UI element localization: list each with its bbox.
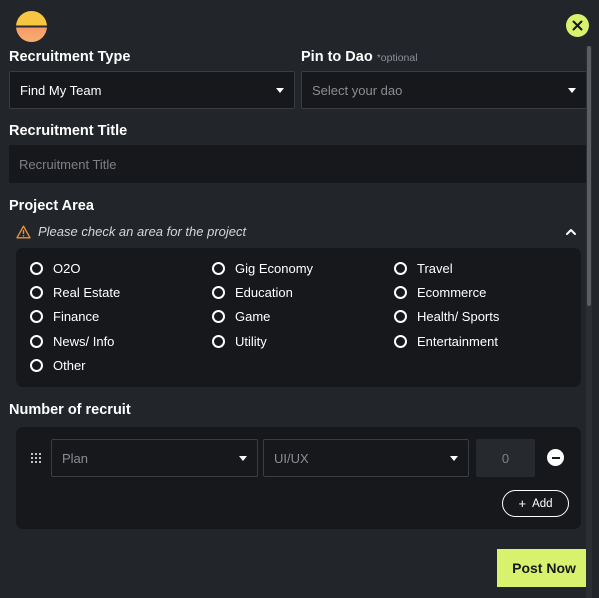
recruit-count-value: 0 [501,450,510,466]
add-row-label: Add [532,497,553,510]
radio-circle-icon [30,359,43,372]
dao-select-placeholder: Select your dao [312,82,403,98]
project-area-option-label: Finance [53,309,100,324]
recruit-role-placeholder: UI/UX [274,450,309,466]
project-area-option-label: Ecommerce [417,285,487,300]
project-area-option-label: Education [235,285,293,300]
project-area-option[interactable]: Game [212,309,270,324]
recruitment-title-label: Recruitment Title [9,123,128,139]
recruitment-type-select[interactable]: Find My Team [9,71,295,109]
chevron-up-icon[interactable] [564,227,578,237]
chevron-down-icon [276,87,284,93]
plus-icon: + [518,496,527,511]
project-area-option[interactable]: Other [30,358,86,373]
add-row-button[interactable]: + Add [502,490,569,517]
radio-circle-icon [30,310,43,323]
number-of-recruit-label: Number of recruit [9,402,131,418]
project-area-option[interactable]: Entertainment [394,334,498,349]
drag-handle-icon[interactable] [31,453,41,463]
chevron-down-icon [239,455,247,461]
recruitment-type-value: Find My Team [20,82,102,98]
project-area-option-label: Travel [417,261,453,276]
radio-circle-icon [212,335,225,348]
recruit-role-select[interactable]: UI/UX [263,439,469,477]
close-icon [572,20,583,31]
recruit-category-placeholder: Plan [62,450,89,466]
project-area-option-label: Gig Economy [235,261,314,276]
recruitment-type-label: Recruitment Type [9,49,131,65]
warning-text: Please check an area for the project [38,224,247,239]
project-area-option-label: Health/ Sports [417,309,500,324]
optional-note: *optional [376,52,418,64]
close-button[interactable] [566,14,589,37]
radio-circle-icon [394,335,407,348]
create-recruitment-modal: Recruitment Type Find My Team Pin to Dao… [0,0,599,598]
project-area-option-label: Real Estate [53,285,121,300]
radio-circle-icon [394,310,407,323]
recruitment-title-input[interactable] [9,145,587,183]
pin-to-dao-label-text: Pin to Dao [301,49,373,65]
project-area-option-label: Game [235,309,271,324]
project-area-option[interactable]: Education [212,285,293,300]
radio-circle-icon [212,286,225,299]
warning-icon [16,225,31,239]
radio-circle-icon [394,262,407,275]
pin-to-dao-label: Pin to Dao *optional [301,49,418,65]
post-now-button[interactable]: Post Now [497,549,591,587]
radio-circle-icon [212,262,225,275]
project-area-option[interactable]: Travel [394,261,453,276]
project-area-option-label: News/ Info [53,334,115,349]
remove-row-button[interactable] [547,449,564,466]
project-area-option-label: Utility [235,334,267,349]
project-area-option[interactable]: Health/ Sports [394,309,499,324]
project-area-option[interactable]: O2O [30,261,80,276]
radio-circle-icon [30,335,43,348]
recruit-category-select[interactable]: Plan [51,439,258,477]
chevron-down-icon [568,87,576,93]
scrollbar-thumb[interactable] [587,46,591,306]
project-area-option[interactable]: Real Estate [30,285,120,300]
project-area-option[interactable]: Ecommerce [394,285,486,300]
radio-circle-icon [212,310,225,323]
dao-select[interactable]: Select your dao [301,71,587,109]
chevron-down-icon [450,455,458,461]
radio-circle-icon [30,262,43,275]
project-area-option-label: Entertainment [417,334,498,349]
project-area-option-label: O2O [53,261,81,276]
recruit-count-input[interactable]: 0 [476,439,535,477]
project-area-option-label: Other [53,358,86,373]
app-logo [16,11,47,42]
radio-circle-icon [30,286,43,299]
project-area-label: Project Area [9,198,94,214]
project-area-warning: Please check an area for the project [16,224,246,239]
radio-circle-icon [394,286,407,299]
project-area-option[interactable]: Finance [30,309,99,324]
project-area-option[interactable]: News/ Info [30,334,114,349]
project-area-option[interactable]: Gig Economy [212,261,313,276]
project-area-option[interactable]: Utility [212,334,267,349]
minus-icon [551,456,560,459]
